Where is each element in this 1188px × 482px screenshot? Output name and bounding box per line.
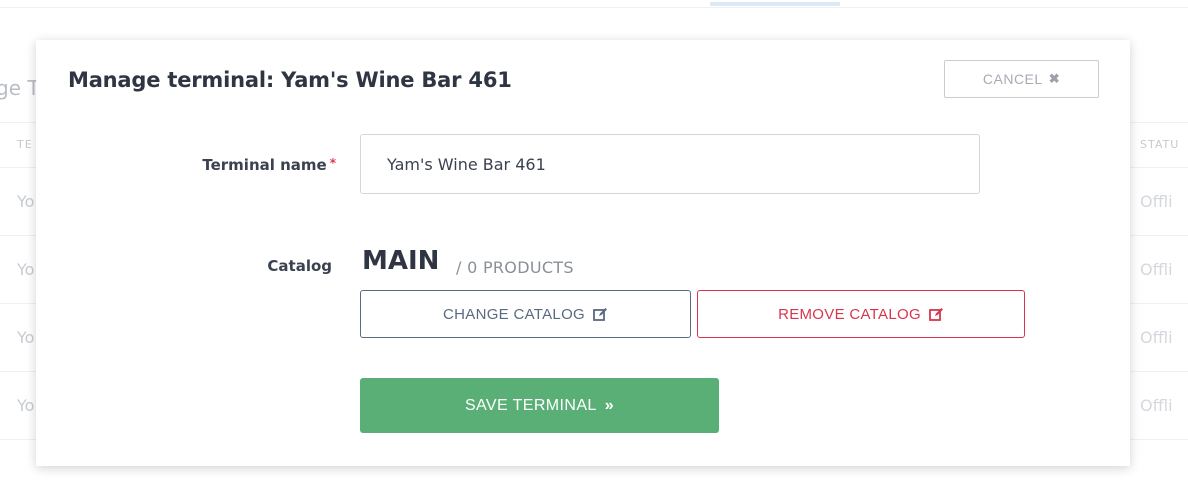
edit-icon	[593, 307, 608, 321]
terminal-name-label-text: Terminal name	[202, 156, 327, 174]
column-header-terminal: TE	[17, 138, 33, 151]
change-catalog-label: CHANGE CATALOG	[443, 305, 585, 323]
manage-terminal-modal: Manage terminal: Yam's Wine Bar 461 CANC…	[36, 40, 1130, 466]
status-cell: Offli	[1140, 260, 1173, 279]
top-bar	[0, 0, 1188, 8]
catalog-name: MAIN	[362, 246, 440, 276]
terminal-name-cell: Yo	[17, 192, 35, 211]
background-page-title: ge T	[0, 76, 40, 100]
column-header-status: STATU	[1140, 138, 1180, 151]
save-terminal-label: SAVE TERMINAL	[464, 396, 597, 414]
status-cell: Offli	[1140, 396, 1173, 415]
required-marker: *	[329, 156, 336, 170]
catalog-product-count: / 0 PRODUCTS	[456, 258, 574, 277]
close-icon: ✖	[1048, 71, 1061, 86]
cancel-button-label: CANCEL	[982, 71, 1043, 87]
terminal-name-input[interactable]	[360, 134, 980, 194]
remove-catalog-label: REMOVE CATALOG	[778, 305, 921, 323]
modal-title: Manage terminal: Yam's Wine Bar 461	[68, 68, 512, 92]
change-catalog-button[interactable]: CHANGE CATALOG	[360, 290, 691, 338]
active-tab-indicator	[710, 2, 840, 6]
terminal-name-label: Terminal name *	[36, 156, 336, 174]
status-cell: Offli	[1140, 192, 1173, 211]
remove-catalog-button[interactable]: REMOVE CATALOG	[697, 290, 1025, 338]
cancel-button[interactable]: CANCEL ✖	[944, 60, 1099, 98]
catalog-label: Catalog	[267, 257, 332, 275]
status-cell: Offli	[1140, 328, 1173, 347]
terminal-name-cell: Yo	[17, 396, 35, 415]
terminal-name-cell: Yo	[17, 328, 35, 347]
edit-icon	[929, 307, 944, 321]
save-terminal-button[interactable]: SAVE TERMINAL »	[360, 378, 719, 433]
double-chevron-right-icon: »	[604, 396, 615, 414]
terminal-name-cell: Yo	[17, 260, 35, 279]
